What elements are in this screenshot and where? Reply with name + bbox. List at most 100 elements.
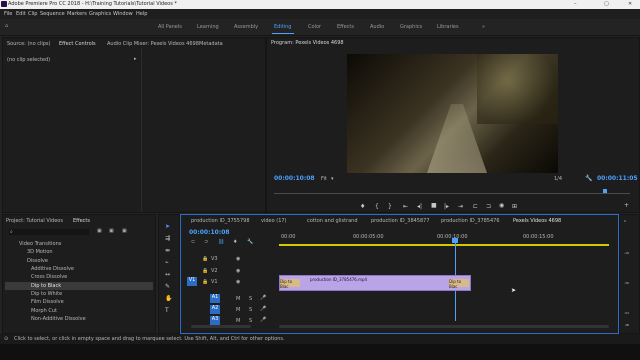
- program-monitor-title[interactable]: Program: Pexels Videos 4698: [271, 40, 344, 46]
- tree-item-film-dissolve[interactable]: Film Dissolve: [31, 299, 64, 305]
- minimize-button[interactable]: –: [574, 1, 577, 7]
- mute-button[interactable]: M: [236, 296, 240, 302]
- menu-edit[interactable]: Edit: [16, 11, 26, 17]
- tree-item-dip-to-black[interactable]: Dip to Black: [31, 283, 61, 289]
- tab-sequence-5[interactable]: production ID_3785476: [441, 218, 500, 224]
- workspace-tab-learning[interactable]: Learning: [197, 24, 219, 30]
- lock-icon[interactable]: 🔒: [202, 256, 208, 262]
- go-to-out-icon[interactable]: ⇥: [458, 203, 463, 210]
- add-marker-timeline-icon[interactable]: ♦: [233, 239, 237, 245]
- tab-sequence-3[interactable]: cotton and glistrand: [307, 218, 358, 224]
- 32bit-effects-icon[interactable]: ▣: [109, 228, 114, 234]
- add-button-icon[interactable]: +: [624, 202, 629, 209]
- playhead-handle-icon[interactable]: [452, 238, 458, 243]
- menu-help[interactable]: Help: [136, 11, 147, 17]
- timeline-settings-icon[interactable]: 🔧: [247, 239, 253, 245]
- tab-metadata[interactable]: Metadata: [199, 41, 223, 47]
- transition-start[interactable]: Dip to Blac: [280, 279, 300, 289]
- linked-selection-icon[interactable]: ⊃: [204, 239, 208, 245]
- mark-out-icon[interactable]: }: [388, 203, 392, 210]
- type-tool-icon[interactable]: T: [165, 307, 169, 314]
- menu-markers[interactable]: Markers: [67, 11, 87, 17]
- tree-item-additive-dissolve[interactable]: Additive Dissolve: [31, 266, 74, 272]
- hand-tool-icon[interactable]: ✋: [165, 295, 172, 302]
- timeline-timecode[interactable]: 00:00:10:08: [189, 229, 230, 236]
- program-scrub-bar[interactable]: [274, 193, 630, 194]
- a2-target-button[interactable]: A2: [210, 305, 220, 314]
- eye-icon[interactable]: ◉: [236, 256, 240, 262]
- tree-item-cross-dissolve[interactable]: Cross Dissolve: [31, 274, 67, 280]
- stop-icon[interactable]: ■: [431, 202, 437, 209]
- slip-tool-icon[interactable]: ↔: [165, 271, 170, 278]
- workspace-tab-assembly[interactable]: Assembly: [234, 24, 258, 30]
- selection-tool-icon[interactable]: ➤: [165, 223, 170, 230]
- track-select-tool-icon[interactable]: ⇶: [165, 235, 170, 242]
- menu-window[interactable]: Window: [113, 11, 133, 17]
- workspace-tab-libraries[interactable]: Libraries: [437, 24, 459, 30]
- solo-button[interactable]: S: [249, 307, 252, 313]
- yuv-effects-icon[interactable]: ▣: [122, 228, 127, 234]
- workspace-tab-effects[interactable]: Effects: [337, 24, 354, 30]
- home-icon[interactable]: ⌂: [5, 23, 8, 29]
- tree-item-video-transitions[interactable]: Video Transitions: [19, 241, 61, 247]
- menu-sequence[interactable]: Sequence: [40, 11, 65, 17]
- workspace-tab-editing[interactable]: Editing: [274, 24, 291, 30]
- mute-button[interactable]: M: [236, 307, 240, 313]
- lock-icon[interactable]: 🔒: [202, 268, 208, 274]
- linked-selection-icon-active[interactable]: ⛓: [218, 239, 224, 245]
- tree-item-non-additive-dissolve[interactable]: Non-Additive Dissolve: [31, 316, 86, 322]
- mute-button[interactable]: M: [236, 318, 240, 324]
- v1-target-button[interactable]: V1: [187, 277, 197, 286]
- a3-target-button[interactable]: A3: [210, 316, 220, 325]
- tab-sequence-2[interactable]: video (17): [261, 218, 287, 224]
- workspace-tab-color[interactable]: Color: [308, 24, 321, 30]
- add-marker-icon[interactable]: ♦: [360, 203, 365, 210]
- settings-wrench-icon[interactable]: 🔧: [585, 175, 592, 182]
- tree-item-morph-cut[interactable]: Morph Cut: [31, 308, 57, 314]
- lock-icon[interactable]: 🔒: [202, 279, 208, 285]
- mic-icon[interactable]: 🎤: [260, 317, 266, 323]
- tab-sequence-active[interactable]: Pexels Videos 4698: [513, 218, 561, 224]
- comparison-view-icon[interactable]: ⊞: [512, 203, 517, 210]
- menu-clip[interactable]: Clip: [28, 11, 37, 17]
- go-to-in-icon[interactable]: ⇤: [403, 203, 408, 210]
- razor-tool-icon[interactable]: ⌁: [165, 259, 169, 266]
- tab-audio-clip-mixer[interactable]: Audio Clip Mixer: Pexels Videos 4698: [107, 41, 199, 47]
- transition-end[interactable]: Dip to Blac: [449, 279, 469, 289]
- eye-icon[interactable]: ◉: [236, 279, 240, 285]
- maximize-button[interactable]: ▢: [604, 1, 609, 7]
- workspace-tab-graphics[interactable]: Graphics: [400, 24, 422, 30]
- tab-effect-controls[interactable]: Effect Controls: [59, 41, 96, 47]
- close-button[interactable]: ✕: [628, 1, 632, 7]
- fit-dropdown[interactable]: Fit: [321, 176, 327, 182]
- solo-button[interactable]: S: [249, 318, 252, 324]
- export-frame-icon[interactable]: ◉: [499, 202, 504, 209]
- tree-item-dip-to-white[interactable]: Dip to White: [31, 291, 62, 297]
- extract-icon[interactable]: ⊐: [486, 203, 491, 210]
- solo-button[interactable]: S: [249, 296, 252, 302]
- workspace-tab-audio[interactable]: Audio: [370, 24, 384, 30]
- menu-graphics[interactable]: Graphics: [89, 11, 111, 17]
- tab-source[interactable]: Source: (no clips): [7, 41, 50, 47]
- mic-icon[interactable]: 🎤: [260, 295, 266, 301]
- menu-file[interactable]: File: [4, 11, 12, 17]
- tab-sequence-4[interactable]: production ID_3845877: [371, 218, 430, 224]
- expand-arrow-icon[interactable]: ▸: [134, 56, 137, 62]
- resolution-dropdown[interactable]: 1/4: [554, 176, 562, 182]
- snap-icon[interactable]: ⊂: [191, 239, 195, 245]
- fit-dropdown-chevron-icon[interactable]: ▾: [331, 176, 334, 182]
- ripple-edit-tool-icon[interactable]: ⇹: [165, 247, 170, 254]
- step-back-icon[interactable]: ◂|: [417, 203, 422, 210]
- mic-icon[interactable]: 🎤: [260, 306, 266, 312]
- timeline-hscroll[interactable]: [279, 325, 609, 328]
- timeline-vscroll-left[interactable]: [191, 325, 251, 328]
- tab-sequence-1[interactable]: production ID_3755798: [191, 218, 250, 224]
- workspace-more-button[interactable]: »: [482, 24, 485, 30]
- tree-item-3d-motion[interactable]: 3D Motion: [27, 249, 53, 255]
- video-clip[interactable]: production ID_3785476.mp4: [279, 275, 471, 291]
- eye-icon[interactable]: ◉: [236, 268, 240, 274]
- step-forward-icon[interactable]: |▸: [444, 203, 449, 210]
- program-playhead[interactable]: [603, 189, 607, 193]
- work-area-bar[interactable]: [279, 244, 609, 246]
- lift-icon[interactable]: ⊏: [473, 203, 478, 210]
